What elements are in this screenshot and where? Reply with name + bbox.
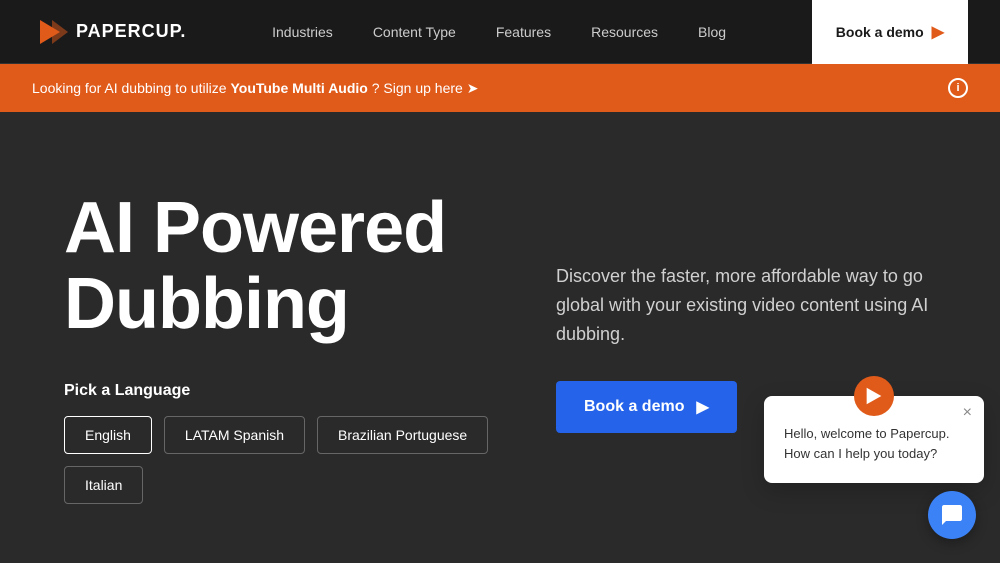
logo[interactable]: PAPERCUP.: [32, 14, 186, 50]
arrow-icon: ▶: [932, 22, 944, 42]
hero-left: AI Powered Dubbing Pick a Language Engli…: [64, 191, 496, 504]
language-button-brazilian-portuguese[interactable]: Brazilian Portuguese: [317, 416, 488, 454]
nav-item-features[interactable]: Features: [480, 16, 567, 48]
nav-book-demo-button[interactable]: Book a demo ▶: [812, 0, 968, 64]
language-selector: English LATAM Spanish Brazilian Portugue…: [64, 416, 496, 504]
hero-section: AI Powered Dubbing Pick a Language Engli…: [0, 112, 1000, 563]
language-button-english[interactable]: English: [64, 416, 152, 454]
hero-book-demo-button[interactable]: Book a demo ▶: [556, 381, 737, 433]
nav-item-content-type[interactable]: Content Type: [357, 16, 472, 48]
hero-arrow-icon: ▶: [696, 397, 708, 417]
nav-item-industries[interactable]: Industries: [256, 16, 349, 48]
chat-popup-text: Hello, welcome to Papercup. How can I he…: [784, 424, 964, 463]
banner-info-icon[interactable]: i: [948, 78, 968, 98]
banner-text: Looking for AI dubbing to utilize YouTub…: [32, 80, 478, 97]
chat-close-button[interactable]: ×: [963, 404, 972, 422]
pick-language-label: Pick a Language: [64, 382, 496, 400]
navigation: PAPERCUP. Industries Content Type Featur…: [0, 0, 1000, 64]
nav-links: Industries Content Type Features Resourc…: [256, 16, 742, 48]
nav-item-blog[interactable]: Blog: [682, 16, 742, 48]
nav-item-resources[interactable]: Resources: [575, 16, 674, 48]
language-button-latam-spanish[interactable]: LATAM Spanish: [164, 416, 305, 454]
language-button-italian[interactable]: Italian: [64, 466, 143, 504]
announcement-banner: Looking for AI dubbing to utilize YouTub…: [0, 64, 1000, 112]
hero-title: AI Powered Dubbing: [64, 191, 496, 342]
chat-popup: × Hello, welcome to Papercup. How can I …: [764, 396, 984, 483]
chat-bubble-button[interactable]: [928, 491, 976, 539]
logo-text: PAPERCUP.: [76, 21, 186, 42]
hero-description: Discover the faster, more affordable way…: [556, 262, 936, 348]
chat-avatar: [854, 376, 894, 416]
